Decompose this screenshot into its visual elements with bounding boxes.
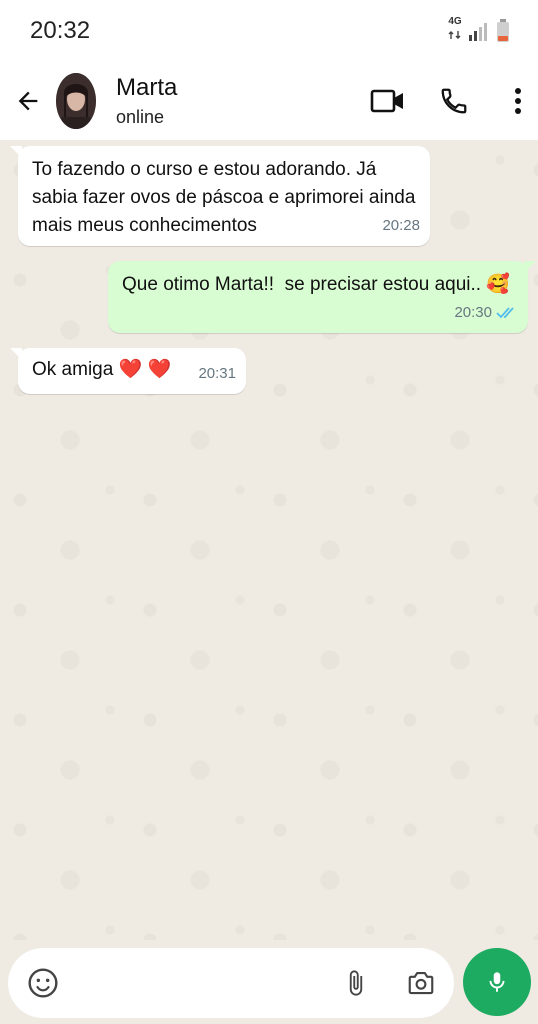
voice-message-button[interactable] [463, 948, 531, 1016]
more-options-button[interactable] [498, 79, 538, 123]
arrow-left-icon [18, 91, 38, 111]
video-camera-icon [370, 89, 403, 113]
message-incoming[interactable]: To fazendo o curso e estou adorando. Já … [10, 146, 430, 246]
paperclip-icon [349, 970, 362, 996]
message-time: 20:30 [454, 304, 492, 321]
status-icons: 4G [448, 17, 510, 45]
bubble-tail [10, 348, 22, 360]
chat-header: Marta online [0, 62, 538, 140]
message-input[interactable] [71, 971, 337, 995]
attach-button[interactable] [337, 961, 375, 1005]
signal-icon [469, 23, 487, 41]
contact-status: online [116, 107, 165, 127]
contact-photo [56, 73, 96, 129]
emoji-button[interactable] [24, 961, 62, 1005]
battery-icon [497, 19, 509, 42]
bubble-tail [10, 146, 22, 158]
contact-info[interactable]: Marta online [116, 73, 366, 129]
message-outgoing[interactable]: Que otimo Marta!! se precisar estou aqui… [108, 261, 536, 333]
phone-icon [441, 88, 467, 114]
contact-name: Marta [116, 74, 178, 101]
back-button[interactable] [6, 79, 50, 123]
voice-call-button[interactable] [432, 79, 476, 123]
video-call-button[interactable] [366, 79, 410, 123]
microphone-icon [489, 972, 505, 992]
message-text: Que otimo Marta!! se precisar estou aqui… [122, 274, 510, 295]
emoji-icon [28, 968, 58, 998]
message-time: 20:28 [382, 217, 420, 234]
message-text: To fazendo o curso e estou adorando. Já … [32, 159, 421, 236]
network-type-label: 4G [448, 16, 462, 27]
more-vertical-icon [515, 88, 521, 114]
message-composer [8, 948, 454, 1018]
bubble-tail [524, 261, 536, 273]
message-meta: 20:28 [382, 212, 420, 240]
status-time: 20:32 [30, 17, 91, 44]
message-incoming[interactable]: Ok amiga ❤️ ❤️ 20:31 [10, 348, 246, 394]
avatar[interactable] [56, 73, 96, 129]
data-arrows-icon [448, 31, 461, 39]
read-receipt-icon [496, 307, 514, 319]
camera-button[interactable] [402, 961, 440, 1005]
message-meta: 20:31 [198, 360, 236, 388]
chat-area[interactable]: To fazendo o curso e estou adorando. Já … [0, 140, 538, 940]
message-time: 20:31 [198, 365, 236, 382]
network-indicator: 4G [448, 17, 462, 45]
status-bar: 20:32 4G [0, 0, 538, 62]
camera-icon [408, 971, 434, 995]
message-meta: 20:30 [454, 299, 518, 327]
